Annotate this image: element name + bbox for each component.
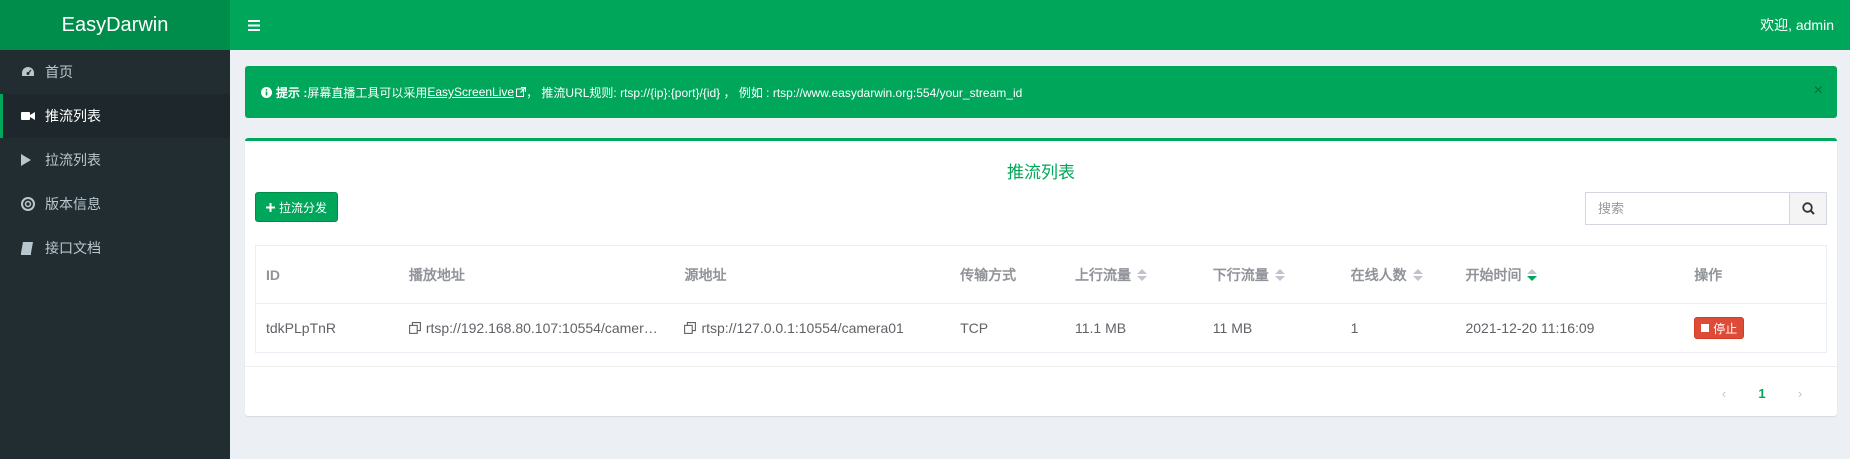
col-header-label: 开始时间 bbox=[1465, 266, 1522, 283]
play-icon bbox=[21, 154, 43, 166]
col-header-start-time[interactable]: 开始时间 bbox=[1455, 246, 1684, 303]
alert-prefix: 提示 : bbox=[276, 85, 308, 100]
col-header-actions: 操作 bbox=[1694, 266, 1723, 283]
search-icon bbox=[1801, 202, 1815, 215]
external-link-icon[interactable] bbox=[516, 87, 527, 97]
sidebar-item-label: 推流列表 bbox=[45, 109, 101, 125]
sidebar-item-label: 接口文档 bbox=[45, 241, 101, 257]
tip-alert: 提示 : 屏幕直播工具可以采用 EasyScreenLive ， 推流URL规则… bbox=[245, 66, 1837, 118]
cell-source-url: rtsp://127.0.0.1:10554/camera01 bbox=[674, 304, 950, 352]
easyscreenlive-link[interactable]: EasyScreenLive bbox=[427, 85, 514, 99]
stop-button[interactable]: 停止 bbox=[1694, 317, 1745, 339]
copy-icon[interactable] bbox=[408, 322, 421, 334]
alert-text-rule: ， 推流URL规则: rtsp://{ip}:{port}/{id} ， 例如 … bbox=[526, 85, 1023, 100]
col-header-label: 在线人数 bbox=[1350, 266, 1407, 283]
col-header-upload[interactable]: 上行流量 bbox=[1065, 246, 1203, 303]
table-row: tdkPLpTnR rtsp://192.168.80.107:10554/ca… bbox=[256, 304, 1826, 352]
cell-play-url: rtsp://192.168.80.107:10554/camera01 bbox=[399, 304, 675, 352]
col-header-id: ID bbox=[266, 266, 280, 283]
close-icon[interactable]: × bbox=[1814, 82, 1823, 100]
search-button[interactable] bbox=[1789, 192, 1827, 225]
panel-title: 推流列表 bbox=[1007, 163, 1075, 183]
menu-toggle-icon[interactable] bbox=[244, 15, 264, 35]
cell-id: tdkPLpTnR bbox=[266, 320, 337, 336]
col-header-label: 上行流量 bbox=[1074, 266, 1131, 283]
source-url-text[interactable]: rtsp://127.0.0.1:10554/camera01 bbox=[701, 320, 903, 336]
cell-download: 11 MB bbox=[1212, 320, 1253, 336]
book-icon bbox=[21, 241, 43, 255]
next-page-button[interactable]: › bbox=[1781, 379, 1819, 407]
pagination: ‹ 1 › bbox=[1705, 379, 1819, 407]
search-group bbox=[1585, 192, 1827, 225]
stop-label: 停止 bbox=[1713, 321, 1738, 336]
sidebar-item-api-docs[interactable]: 接口文档 bbox=[0, 226, 230, 270]
cell-actions: 停止 bbox=[1684, 304, 1826, 352]
pull-distribute-label: 拉流分发 bbox=[279, 200, 328, 215]
sidebar-item-label: 拉流列表 bbox=[45, 153, 101, 169]
info-icon bbox=[261, 86, 272, 98]
col-header-play-url: 播放地址 bbox=[408, 266, 465, 283]
divider bbox=[245, 366, 1837, 367]
sidebar-item-label: 版本信息 bbox=[45, 197, 101, 213]
copy-icon[interactable] bbox=[684, 322, 697, 334]
page-number-current[interactable]: 1 bbox=[1743, 379, 1781, 407]
col-header-label: 下行流量 bbox=[1212, 266, 1269, 283]
pull-distribute-button[interactable]: 拉流分发 bbox=[255, 192, 339, 222]
col-header-transport: 传输方式 bbox=[960, 266, 1017, 283]
app-logo[interactable]: EasyDarwin bbox=[0, 0, 230, 50]
play-url-text[interactable]: rtsp://192.168.80.107:10554/camera01 bbox=[426, 320, 658, 336]
sidebar-item-home[interactable]: 首页 bbox=[0, 50, 230, 94]
sort-icon[interactable] bbox=[1412, 268, 1423, 281]
support-icon bbox=[21, 197, 43, 211]
search-input[interactable] bbox=[1585, 192, 1789, 225]
welcome-user[interactable]: 欢迎, admin bbox=[1760, 0, 1834, 50]
sidebar: 首页 推流列表 拉流列表 版本信息 接口文档 bbox=[0, 50, 230, 459]
col-header-source-url: 源地址 bbox=[684, 266, 727, 283]
sort-icon[interactable] bbox=[1136, 268, 1147, 281]
cell-start-time: 2021-12-20 11:16:09 bbox=[1465, 320, 1595, 336]
cell-upload: 11.1 MB bbox=[1074, 320, 1127, 336]
cell-transport: TCP bbox=[960, 320, 989, 336]
sort-desc-icon[interactable] bbox=[1527, 268, 1538, 281]
alert-text: 屏幕直播工具可以采用 bbox=[307, 85, 428, 100]
table-header: ID 播放地址 源地址 传输方式 上行流量 下行流量 在线人数 开始时间 操作 bbox=[256, 246, 1826, 304]
sort-icon[interactable] bbox=[1274, 268, 1285, 281]
plus-icon bbox=[266, 202, 275, 212]
sidebar-item-version[interactable]: 版本信息 bbox=[0, 182, 230, 226]
push-stream-table: ID 播放地址 源地址 传输方式 上行流量 下行流量 在线人数 开始时间 操作 bbox=[255, 245, 1827, 353]
stop-icon bbox=[1701, 324, 1710, 332]
col-header-online[interactable]: 在线人数 bbox=[1341, 246, 1456, 303]
sidebar-item-label: 首页 bbox=[45, 65, 73, 81]
push-list-panel: 推流列表 拉流分发 ID 播放地址 源地址 传输方式 上行流量 下行流量 bbox=[245, 138, 1837, 416]
cell-online: 1 bbox=[1350, 320, 1359, 336]
col-header-download[interactable]: 下行流量 bbox=[1203, 246, 1341, 303]
top-header: 欢迎, admin bbox=[230, 0, 1850, 50]
prev-page-button[interactable]: ‹ bbox=[1705, 379, 1743, 407]
sidebar-item-pull-list[interactable]: 拉流列表 bbox=[0, 138, 230, 182]
sidebar-item-push-list[interactable]: 推流列表 bbox=[0, 94, 230, 138]
dashboard-icon bbox=[21, 66, 43, 78]
video-camera-icon bbox=[21, 111, 43, 121]
